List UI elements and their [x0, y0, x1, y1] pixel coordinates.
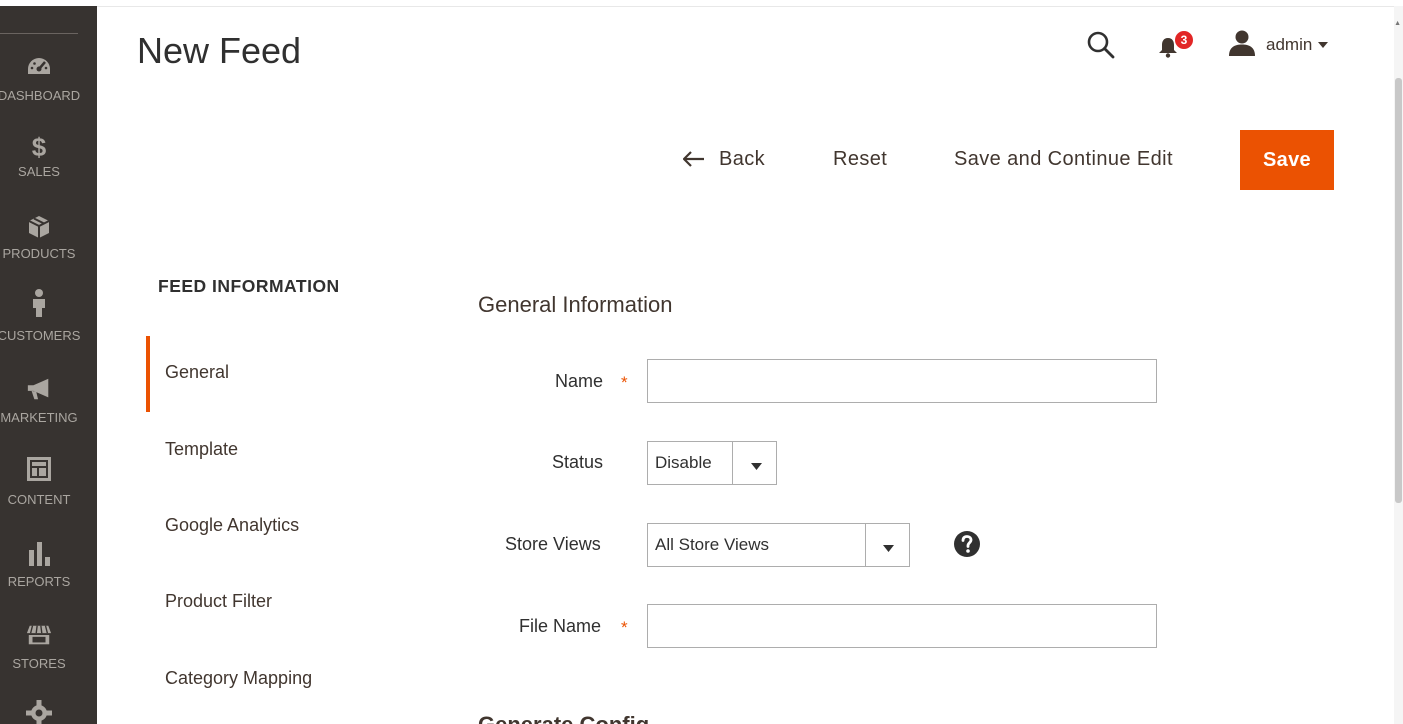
chevron-down-icon — [1318, 36, 1329, 54]
name-input[interactable] — [647, 359, 1157, 403]
required-marker: * — [621, 373, 628, 392]
tabs-title: FEED INFORMATION — [158, 276, 340, 296]
tab-product-filter[interactable]: Product Filter — [165, 591, 272, 612]
sidebar-item-sales[interactable]: $ SALES — [0, 131, 97, 214]
status-select[interactable]: Disable — [647, 441, 777, 485]
reset-button-label: Reset — [833, 147, 888, 170]
notifications-button[interactable]: 3 — [1157, 30, 1197, 60]
bar-chart-icon — [26, 540, 52, 566]
user-account-menu[interactable]: admin — [1228, 30, 1329, 61]
admin-page: DASHBOARD $ SALES PRODUCTS CUSTOMERS MAR… — [0, 0, 1403, 724]
page-scrollbar[interactable]: ▲ — [1394, 6, 1403, 724]
dashboard-icon — [26, 54, 52, 80]
sidebar-item-label: SALES — [18, 164, 60, 179]
select-divider — [865, 524, 866, 566]
arrow-left-icon — [683, 151, 705, 167]
chevron-down-icon — [883, 540, 894, 558]
sidebar-item-label: PRODUCTS — [2, 246, 76, 261]
user-name: admin — [1266, 35, 1313, 54]
status-selected-value: Disable — [655, 453, 712, 472]
save-and-continue-button[interactable]: Save and Continue Edit — [954, 140, 1173, 178]
sidebar-item-label: CUSTOMERS — [0, 328, 81, 343]
next-section-title: Generate Config — [478, 712, 649, 724]
back-button-label: Back — [719, 147, 766, 170]
select-divider — [732, 442, 733, 484]
scroll-up-icon: ▲ — [1394, 20, 1401, 27]
sidebar-item-customers[interactable]: CUSTOMERS — [0, 289, 97, 370]
sidebar-item-reports[interactable]: REPORTS — [0, 540, 97, 620]
sidebar-item-system[interactable] — [0, 700, 97, 724]
gear-icon — [26, 700, 52, 724]
required-marker: * — [621, 618, 628, 637]
back-button[interactable]: Back — [683, 140, 765, 178]
sidebar-item-stores[interactable]: STORES — [0, 622, 97, 702]
layout-icon — [26, 456, 52, 482]
save-button[interactable]: Save — [1240, 130, 1334, 190]
user-icon — [1228, 30, 1256, 61]
search-icon[interactable] — [1086, 30, 1116, 60]
box-icon — [26, 214, 52, 240]
sidebar-item-products[interactable]: PRODUCTS — [0, 214, 97, 294]
storefront-icon — [26, 622, 52, 648]
chevron-down-icon — [751, 458, 762, 476]
sidebar-item-label: MARKETING — [0, 410, 78, 425]
sidebar-item-label: DASHBOARD — [0, 88, 81, 103]
sidebar-item-content[interactable]: CONTENT — [0, 456, 97, 536]
sidebar-divider — [0, 33, 78, 34]
save-and-continue-label: Save and Continue Edit — [954, 147, 1173, 170]
sidebar-item-label: REPORTS — [7, 574, 71, 589]
sidebar-item-label: STORES — [12, 656, 66, 671]
sidebar-item-dashboard[interactable]: DASHBOARD — [0, 54, 97, 134]
tab-template[interactable]: Template — [165, 439, 238, 460]
section-title: General Information — [478, 292, 673, 317]
save-button-label: Save — [1263, 148, 1311, 171]
page-title: New Feed — [137, 30, 302, 71]
dollar-icon: $ — [31, 131, 47, 162]
store-views-select[interactable]: All Store Views — [647, 523, 910, 567]
notifications-count-badge: 3 — [1174, 30, 1194, 50]
status-label: Status — [552, 452, 604, 472]
tab-category-mapping[interactable]: Category Mapping — [165, 668, 312, 689]
tab-google-analytics[interactable]: Google Analytics — [165, 515, 299, 536]
megaphone-icon — [26, 376, 52, 402]
file-name-input[interactable] — [647, 604, 1157, 648]
store-views-label: Store Views — [505, 534, 601, 554]
name-label: Name — [555, 371, 604, 391]
store-views-selected-value: All Store Views — [655, 535, 770, 554]
sidebar-item-label: CONTENT — [7, 492, 71, 507]
header-divider — [97, 6, 1403, 7]
admin-sidebar: DASHBOARD $ SALES PRODUCTS CUSTOMERS MAR… — [0, 6, 97, 724]
active-tab-indicator — [146, 336, 150, 412]
help-icon[interactable] — [953, 530, 981, 558]
sidebar-item-marketing[interactable]: MARKETING — [0, 376, 97, 456]
scrollbar-thumb[interactable] — [1395, 78, 1402, 503]
person-icon — [26, 289, 52, 317]
reset-button[interactable]: Reset — [833, 140, 887, 178]
file-name-label: File Name — [519, 616, 602, 636]
tab-general[interactable]: General — [165, 362, 229, 383]
